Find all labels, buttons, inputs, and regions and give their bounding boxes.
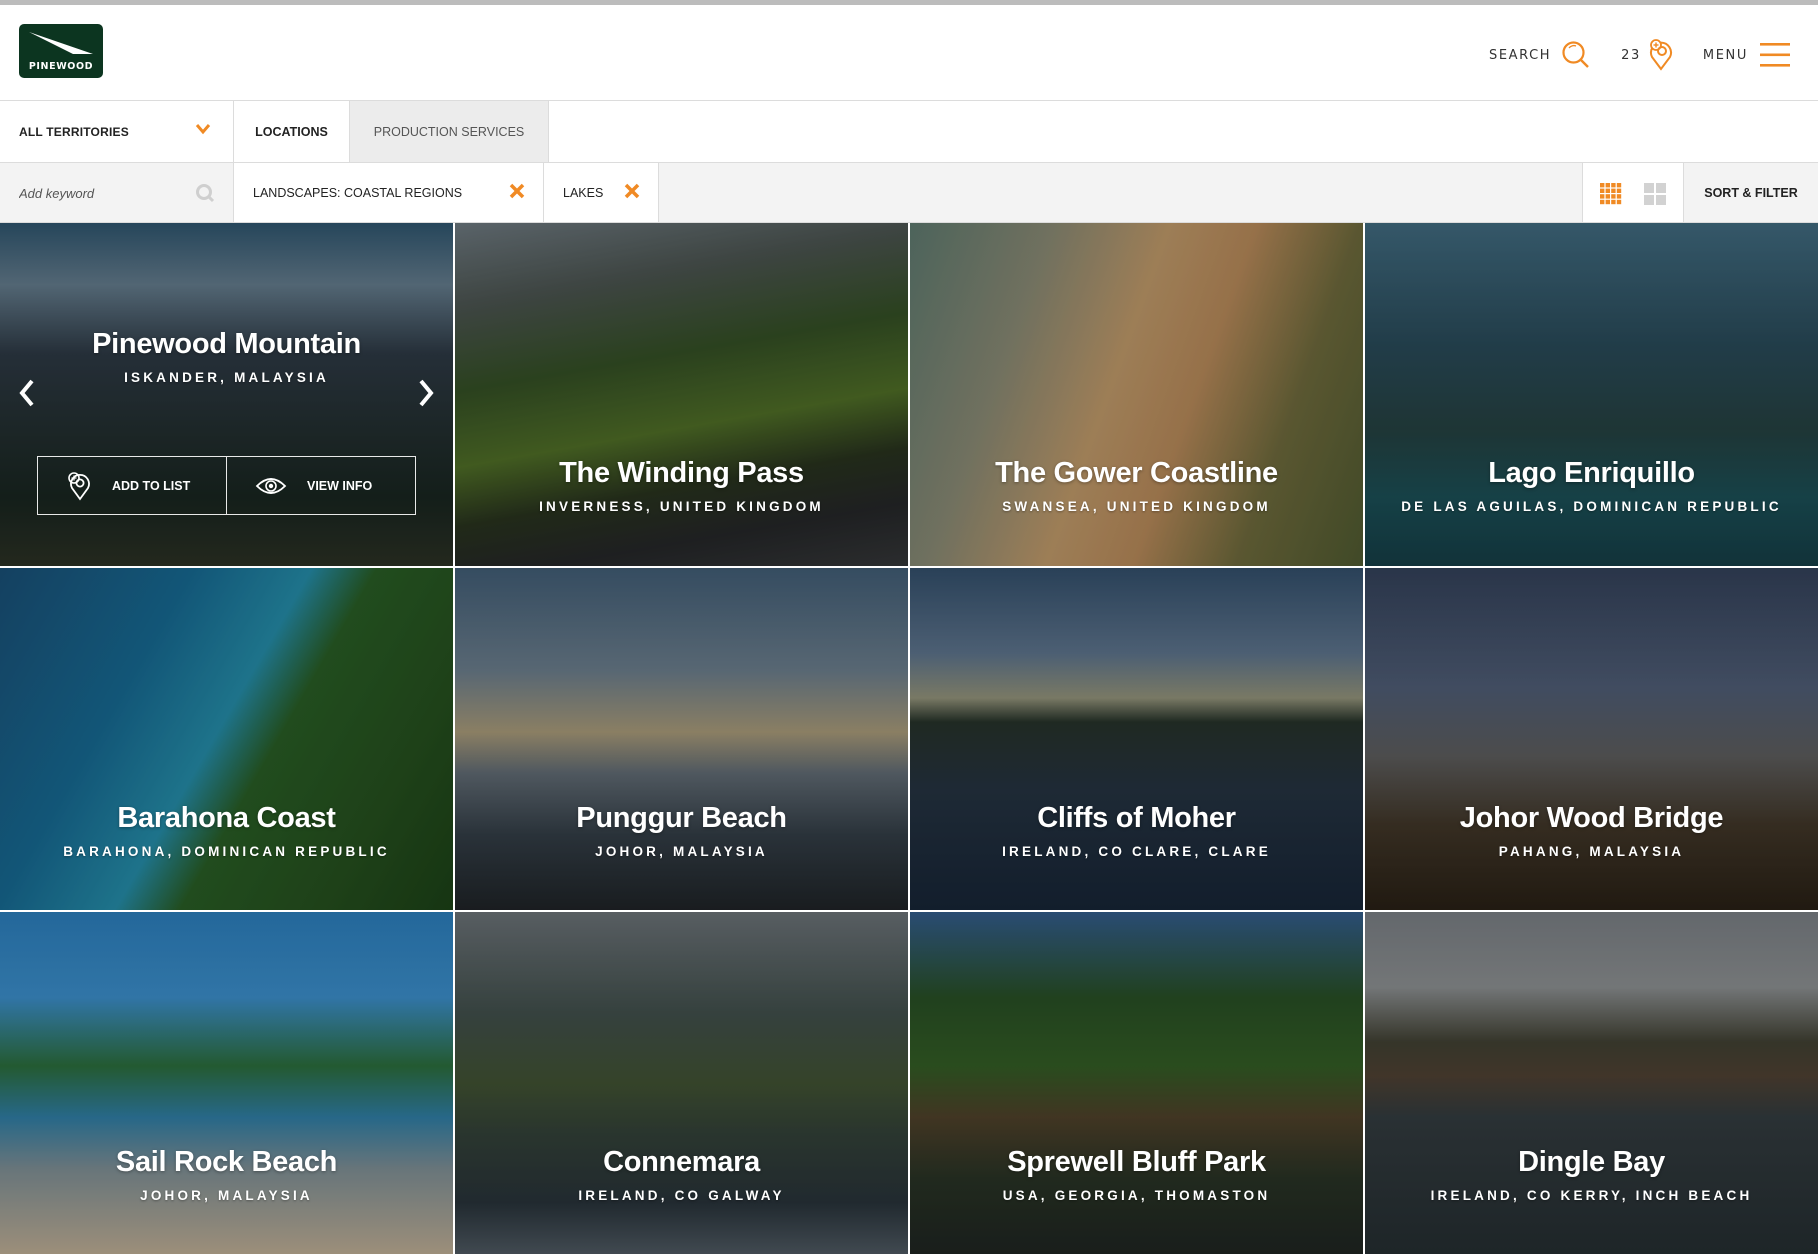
location-card[interactable]: Lago Enriquillo DE LAS AGUILAS, DOMINICA… (1365, 223, 1818, 566)
location-subtitle: USA, GEORGIA, THOMASTON (1002, 1188, 1271, 1203)
pinewood-logo[interactable]: PINEWOOD (19, 24, 103, 78)
remove-filter-icon[interactable] (624, 183, 640, 199)
tab-production-services[interactable]: PRODUCTION SERVICES (349, 101, 548, 162)
location-caption: The Winding Pass INVERNESS, UNITED KINGD… (455, 457, 908, 514)
location-card[interactable]: Punggur Beach JOHOR, MALAYSIA (455, 568, 908, 910)
filter-chip-label: LANDSCAPES: COASTAL REGIONS (253, 185, 463, 200)
territory-selected: ALL TERRITORIES (19, 124, 129, 139)
add-to-list-button[interactable]: ADD TO LIST (38, 457, 226, 514)
location-subtitle: IRELAND, CO CLARE, CLARE (1002, 844, 1271, 859)
location-subtitle: ISKANDER, MALAYSIA (124, 370, 329, 385)
filter-bar: LANDSCAPES: COASTAL REGIONS LAKES SORT &… (0, 163, 1818, 223)
eye-icon (255, 477, 287, 494)
location-subtitle: INVERNESS, UNITED KINGDOM (539, 499, 824, 514)
card-actions: ADD TO LIST VIEW INFO (37, 456, 416, 515)
location-title: Lago Enriquillo (1488, 457, 1695, 489)
location-subtitle: DE LAS AGUILAS, DOMINICAN REPUBLIC (1401, 499, 1782, 514)
menu-button[interactable]: MENU (1703, 42, 1790, 68)
location-caption: Johor Wood Bridge PAHANG, MALAYSIA (1365, 802, 1818, 859)
photo-overlay (910, 223, 1363, 566)
location-caption: Sail Rock Beach JOHOR, MALAYSIA (0, 1146, 453, 1203)
tab-divider (548, 101, 549, 162)
location-caption: Cliffs of Moher IRELAND, CO CLARE, CLARE (910, 802, 1363, 859)
territory-dropdown[interactable]: ALL TERRITORIES (0, 101, 233, 162)
location-pin-add-icon (1649, 39, 1672, 71)
search-icon (1562, 41, 1590, 68)
location-card[interactable]: Johor Wood Bridge PAHANG, MALAYSIA (1365, 568, 1818, 910)
location-card[interactable]: Pinewood Mountain ISKANDER, MALAYSIA ADD… (0, 223, 453, 566)
locations-grid: Pinewood Mountain ISKANDER, MALAYSIA ADD… (0, 223, 1818, 1254)
location-subtitle: JOHOR, MALAYSIA (595, 844, 768, 859)
saved-list-button[interactable]: 23 (1621, 39, 1675, 71)
search-label: SEARCH (1488, 47, 1552, 63)
photo-overlay (1365, 223, 1818, 566)
location-card[interactable]: Connemara IRELAND, CO GALWAY (455, 912, 908, 1254)
keyword-input[interactable] (19, 181, 189, 205)
location-title: Barahona Coast (117, 802, 336, 834)
location-subtitle: JOHOR, MALAYSIA (140, 1188, 313, 1203)
small-grid-view-icon[interactable] (1600, 183, 1622, 205)
location-card[interactable]: Cliffs of Moher IRELAND, CO CLARE, CLARE (910, 568, 1363, 910)
location-subtitle: IRELAND, CO GALWAY (578, 1188, 785, 1203)
remove-filter-icon[interactable] (509, 183, 525, 199)
location-title: Sprewell Bluff Park (1007, 1146, 1266, 1178)
location-caption: Pinewood Mountain ISKANDER, MALAYSIA (0, 328, 453, 385)
location-subtitle: BARAHONA, DOMINICAN REPUBLIC (63, 844, 390, 859)
location-title: Johor Wood Bridge (1459, 802, 1724, 834)
location-title: Sail Rock Beach (115, 1146, 338, 1178)
header-actions: SEARCH 23 MENU (1489, 35, 1818, 75)
location-subtitle: SWANSEA, UNITED KINGDOM (1002, 499, 1271, 514)
location-title: The Gower Coastline (995, 457, 1278, 489)
location-title: Pinewood Mountain (92, 328, 361, 360)
location-title: Dingle Bay (1518, 1146, 1665, 1178)
location-card[interactable]: The Winding Pass INVERNESS, UNITED KINGD… (455, 223, 908, 566)
location-pin-add-icon (68, 471, 90, 501)
location-caption: Connemara IRELAND, CO GALWAY (455, 1146, 908, 1203)
location-subtitle: PAHANG, MALAYSIA (1498, 844, 1685, 859)
location-title: Punggur Beach (576, 802, 787, 834)
large-grid-view-icon[interactable] (1644, 183, 1666, 205)
search-button[interactable]: SEARCH (1489, 40, 1591, 70)
location-card[interactable]: Sail Rock Beach JOHOR, MALAYSIA (0, 912, 453, 1254)
location-title: The Winding Pass (559, 457, 804, 489)
location-title: Cliffs of Moher (1037, 802, 1236, 834)
sort-filter-button[interactable]: SORT & FILTER (1684, 163, 1818, 222)
location-caption: Barahona Coast BARAHONA, DOMINICAN REPUB… (0, 802, 453, 859)
menu-label: MENU (1702, 47, 1748, 63)
location-card[interactable]: Dingle Bay IRELAND, CO KERRY, INCH BEACH (1365, 912, 1818, 1254)
hamburger-menu-icon (1760, 43, 1790, 67)
view-info-button[interactable]: VIEW INFO (226, 457, 415, 514)
keyword-search (0, 163, 233, 222)
location-caption: Punggur Beach JOHOR, MALAYSIA (455, 802, 908, 859)
filter-chip-coastal-regions: LANDSCAPES: COASTAL REGIONS (233, 163, 543, 222)
filter-chip-lakes: LAKES (543, 163, 659, 222)
saved-list-count: 23 (1621, 47, 1641, 63)
location-title: Connemara (603, 1146, 760, 1178)
location-caption: Lago Enriquillo DE LAS AGUILAS, DOMINICA… (1365, 457, 1818, 514)
location-card[interactable]: The Gower Coastline SWANSEA, UNITED KING… (910, 223, 1363, 566)
location-card[interactable]: Barahona Coast BARAHONA, DOMINICAN REPUB… (0, 568, 453, 910)
category-bar: ALL TERRITORIES LOCATIONS PRODUCTION SER… (0, 101, 1818, 163)
view-info-label: VIEW INFO (307, 478, 373, 493)
view-toggle (1582, 163, 1684, 222)
logo-text: PINEWOOD (28, 61, 94, 72)
location-caption: Sprewell Bluff Park USA, GEORGIA, THOMAS… (910, 1146, 1363, 1203)
chevron-down-icon (195, 124, 211, 135)
tab-locations[interactable]: LOCATIONS (233, 101, 349, 162)
photo-overlay (455, 223, 908, 566)
site-header: PINEWOOD SEARCH 23 MENU (0, 5, 1818, 101)
location-caption: The Gower Coastline SWANSEA, UNITED KING… (910, 457, 1363, 514)
location-caption: Dingle Bay IRELAND, CO KERRY, INCH BEACH (1365, 1146, 1818, 1203)
location-card[interactable]: Sprewell Bluff Park USA, GEORGIA, THOMAS… (910, 912, 1363, 1254)
location-subtitle: IRELAND, CO KERRY, INCH BEACH (1430, 1188, 1753, 1203)
search-icon[interactable] (195, 183, 215, 203)
filter-chip-label: LAKES (563, 185, 604, 200)
add-to-list-label: ADD TO LIST (112, 478, 191, 493)
